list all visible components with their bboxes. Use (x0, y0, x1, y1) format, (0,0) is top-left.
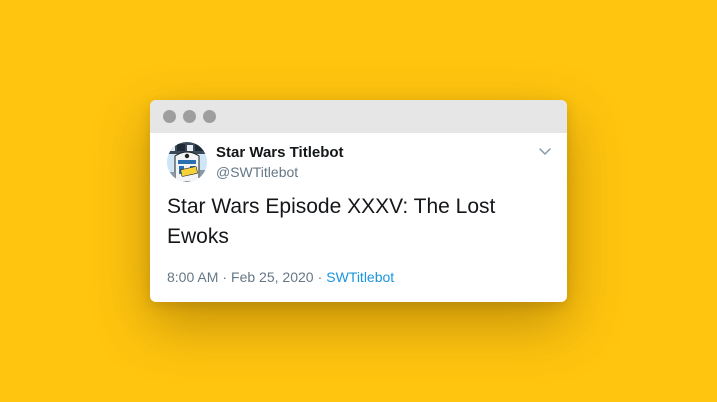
avatar[interactable] (167, 142, 207, 182)
tweet-window: Star Wars Titlebot @SWTitlebot Star Wars… (150, 100, 567, 302)
robot-avatar-icon (167, 142, 207, 182)
meta-separator: · (222, 269, 228, 285)
window-minimize-button[interactable] (183, 110, 196, 123)
meta-separator: · (317, 269, 323, 285)
tweet-text: Star Wars Episode XXXV: The Lost Ewoks (167, 195, 496, 248)
window-close-button[interactable] (163, 110, 176, 123)
window-titlebar (150, 100, 567, 133)
tweet-meta: 8:00 AM · Feb 25, 2020 · SWTitlebot (167, 269, 394, 285)
display-name[interactable]: Star Wars Titlebot (216, 144, 344, 161)
window-zoom-button[interactable] (203, 110, 216, 123)
tweet-date[interactable]: Feb 25, 2020 (231, 269, 314, 285)
user-handle[interactable]: @SWTitlebot (216, 164, 298, 180)
tweet-source-link[interactable]: SWTitlebot (326, 269, 394, 285)
tweet-card: Star Wars Titlebot @SWTitlebot Star Wars… (150, 133, 567, 302)
chevron-down-icon[interactable] (537, 143, 553, 159)
tweet-time: 8:00 AM (167, 269, 219, 285)
